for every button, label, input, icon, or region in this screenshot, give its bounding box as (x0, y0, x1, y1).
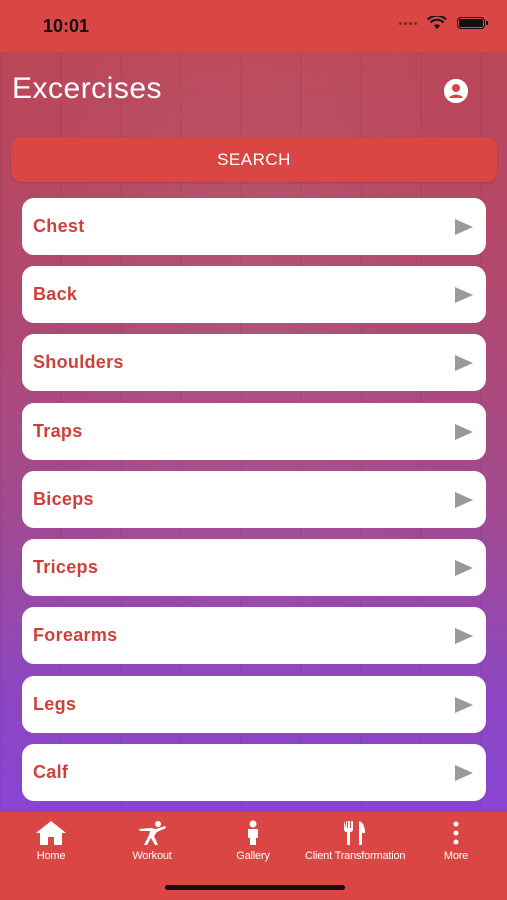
tab-label: More (443, 850, 469, 862)
workout-icon (139, 821, 166, 845)
list-item-legs[interactable]: Legs (22, 676, 486, 733)
list-item-label: Chest (33, 216, 85, 236)
more-vertical-icon (453, 821, 459, 845)
list-item-label: Shoulders (33, 352, 124, 372)
tab-label: Client Transformation (305, 850, 406, 862)
list-item-label: Back (33, 284, 78, 304)
play-arrow-icon (455, 286, 473, 303)
list-item-label: Forearms (33, 625, 118, 645)
search-button[interactable]: SEARCH (11, 137, 497, 182)
play-arrow-icon (455, 696, 473, 713)
play-arrow-icon (455, 491, 473, 508)
tab-gallery[interactable]: Gallery (203, 820, 303, 862)
list-item-chest[interactable]: Chest (22, 198, 486, 255)
list-item-label: Triceps (33, 557, 99, 577)
fork-knife-icon (344, 821, 365, 845)
person-icon (248, 820, 258, 845)
play-arrow-icon (455, 764, 473, 781)
profile-button[interactable] (444, 79, 468, 103)
tab-client-transformation[interactable]: Client Transformation (305, 820, 406, 862)
tab-label: Gallery (236, 850, 270, 862)
status-time: 10:01 (43, 16, 90, 36)
list-item-label: Legs (33, 694, 77, 714)
list-item-label: Biceps (33, 489, 94, 509)
list-item-shoulders[interactable]: Shoulders (22, 334, 486, 391)
home-icon (36, 821, 66, 845)
play-arrow-icon (455, 627, 473, 644)
list-item-label: Calf (33, 762, 69, 782)
play-arrow-icon (455, 354, 473, 371)
user-circle-icon (444, 79, 468, 103)
list-item-label: Traps (33, 421, 83, 441)
main-content: Excercises SEARCH Chest Back Shoulders T… (0, 52, 507, 812)
status-icons (399, 16, 488, 30)
list-item-triceps[interactable]: Triceps (22, 539, 486, 596)
list-item-forearms[interactable]: Forearms (22, 607, 486, 664)
list-item-biceps[interactable]: Biceps (22, 471, 486, 528)
play-arrow-icon (455, 218, 473, 235)
home-indicator (165, 885, 345, 890)
page-title: Excercises (12, 72, 163, 105)
battery-icon (457, 17, 488, 29)
play-arrow-icon (455, 423, 473, 440)
tab-workout[interactable]: Workout (102, 820, 202, 862)
tab-label: Home (36, 850, 66, 862)
wifi-icon (427, 16, 447, 29)
list-item-traps[interactable]: Traps (22, 403, 486, 460)
tab-more[interactable]: More (406, 820, 506, 862)
tab-home[interactable]: Home (1, 820, 101, 862)
list-item-calf[interactable]: Calf (22, 744, 486, 801)
list-item-back[interactable]: Back (22, 266, 486, 323)
status-bar: 10:01 (0, 0, 507, 52)
play-arrow-icon (455, 559, 473, 576)
tab-label: Workout (132, 850, 172, 862)
signal-dots-icon (399, 21, 417, 25)
